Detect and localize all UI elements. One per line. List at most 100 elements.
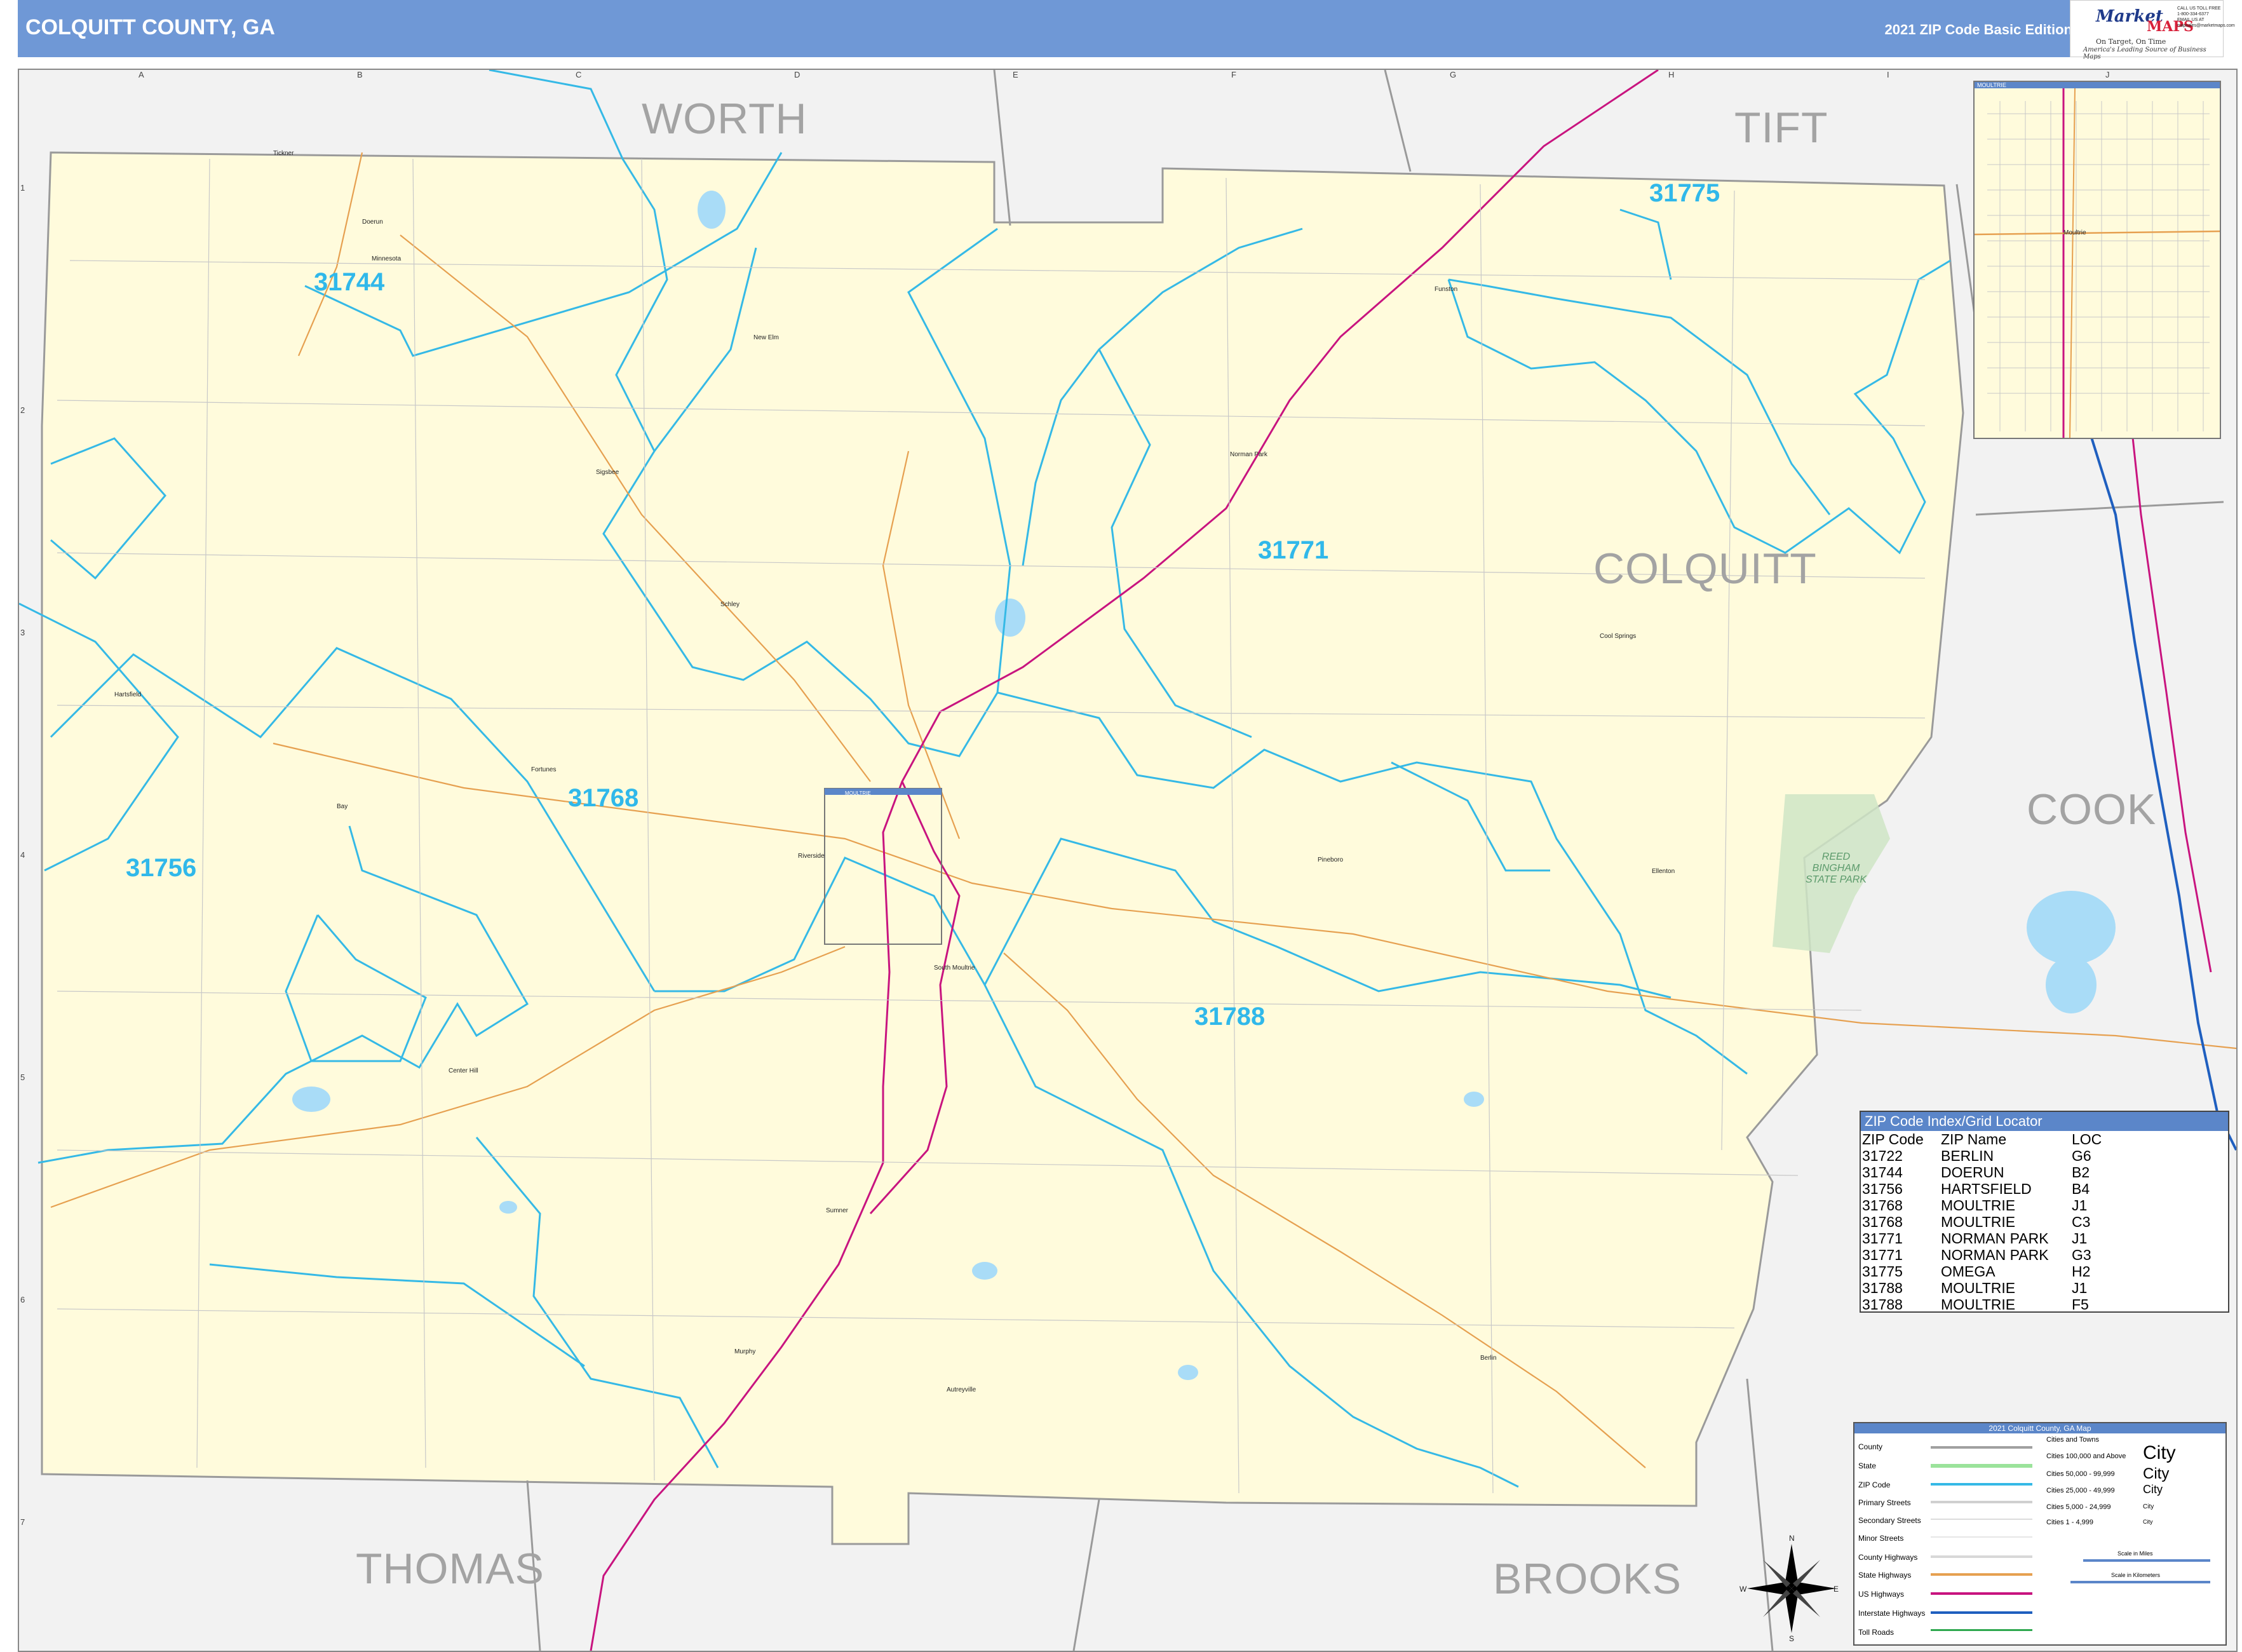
table-row[interactable]: 31768 MOULTRIE J1 xyxy=(1862,1197,2105,1214)
zip-cell: 31788 xyxy=(1862,1280,1903,1296)
pond-shape xyxy=(972,1262,997,1280)
legend-city-class: Cities 25,000 - 49,999 xyxy=(2046,1487,2115,1494)
county-label-cook: COOK xyxy=(2027,785,2157,834)
table-row[interactable]: 31788 MOULTRIE J1 xyxy=(1862,1280,2105,1296)
county-area xyxy=(41,151,1964,1545)
lake-shape xyxy=(2046,956,2097,1013)
town-label[interactable]: Murphy xyxy=(734,1348,755,1355)
zip-label-31756[interactable]: 31756 xyxy=(126,854,196,883)
zip-index-table: ZIP Code ZIP Name LOC 31722 BERLIN G6 3174… xyxy=(1862,1131,2105,1313)
scale-miles-label: Scale in Miles xyxy=(2117,1550,2153,1557)
town-label[interactable]: South Moultrie xyxy=(934,965,975,972)
town-label[interactable]: Pineboro xyxy=(1318,856,1343,863)
loc-cell: B4 xyxy=(2072,1181,2090,1197)
town-label[interactable]: Schley xyxy=(720,601,739,608)
town-label[interactable]: Riverside xyxy=(798,853,825,860)
town-label[interactable]: Sigsbee xyxy=(596,469,619,476)
loc-cell: J1 xyxy=(2072,1197,2088,1214)
map-canvas xyxy=(19,70,2236,1651)
zip-label-31771[interactable]: 31771 xyxy=(1258,536,1328,565)
table-row[interactable]: 31756 HARTSFIELD B4 xyxy=(1862,1181,2105,1197)
name-cell: MOULTRIE xyxy=(1941,1214,2016,1230)
legend-item: County Highways xyxy=(1858,1553,1918,1562)
table-row[interactable]: 31744 DOERUN B2 xyxy=(1862,1164,2105,1181)
grid-letter: I xyxy=(1887,70,1889,79)
moultrie-inset-tag: MOULTRIE xyxy=(845,790,871,796)
county-label-colquitt: COLQUITT xyxy=(1593,545,1817,593)
town-label[interactable]: Hartsfield xyxy=(114,691,141,698)
table-row[interactable]: 31722 BERLIN G6 xyxy=(1862,1148,2105,1164)
town-label[interactable]: Doerun xyxy=(362,219,383,226)
pond-shape xyxy=(1464,1092,1484,1107)
loc-cell: J1 xyxy=(2072,1280,2088,1296)
zip-cell: 31771 xyxy=(1862,1247,1903,1263)
title-bar: COLQUITT COUNTY, GA 2021 ZIP Code Basic … xyxy=(18,0,2218,57)
zip-label-31775[interactable]: 31775 xyxy=(1649,179,1720,208)
town-label[interactable]: Sumner xyxy=(826,1207,848,1214)
moultrie-inset-map[interactable]: MOULTRIE Moultrie xyxy=(1973,81,2221,439)
zip-label-31744[interactable]: 31744 xyxy=(314,268,384,297)
name-cell: OMEGA xyxy=(1941,1263,1996,1280)
table-row[interactable]: 31775 OMEGA H2 xyxy=(1862,1263,2105,1280)
town-label[interactable]: Ellenton xyxy=(1652,868,1675,875)
town-label[interactable]: Norman Park xyxy=(1230,451,1267,458)
grid-letter: A xyxy=(138,70,144,79)
name-cell: MOULTRIE xyxy=(1941,1197,2016,1214)
loc-cell: H2 xyxy=(2072,1263,2091,1280)
name-cell: HARTSFIELD xyxy=(1941,1181,2032,1197)
zip-label-31788[interactable]: 31788 xyxy=(1194,1003,1265,1031)
inset-header: MOULTRIE xyxy=(1975,82,2220,88)
moultrie-inset-header xyxy=(825,789,942,795)
name-cell: NORMAN PARK xyxy=(1941,1230,2049,1247)
name-cell: DOERUN xyxy=(1941,1164,2004,1181)
town-label[interactable]: Center Hill xyxy=(449,1067,478,1074)
town-label[interactable]: Funston xyxy=(1435,286,1457,293)
grid-letter: B xyxy=(357,70,363,79)
grid-letter: G xyxy=(1450,70,1457,79)
town-label[interactable]: Tickner xyxy=(273,150,294,157)
map-frame[interactable]: A B C D E F G H I J 1 2 3 4 5 6 7 WORTH … xyxy=(18,69,2238,1652)
logo-tagline: America's Leading Source of Business Map… xyxy=(2083,46,2206,60)
grid-letter: E xyxy=(1013,70,1018,79)
town-label[interactable]: Fortunes xyxy=(531,766,556,773)
legend-cities-header: Cities and Towns xyxy=(2046,1436,2099,1444)
town-label[interactable]: Bay xyxy=(337,803,348,810)
market-maps-logo[interactable]: Market MAPS On Target, On Time America's… xyxy=(2070,0,2235,60)
zip-index-title: ZIP Code Index/Grid Locator xyxy=(1861,1112,2228,1131)
name-cell: NORMAN PARK xyxy=(1941,1247,2049,1263)
legend-item: Secondary Streets xyxy=(1858,1516,1921,1525)
legend-city-sample-2: City xyxy=(2143,1465,2170,1482)
legend-toll-swatch xyxy=(1931,1629,2032,1631)
legend-state-hwy-swatch xyxy=(1931,1573,2032,1576)
town-label[interactable]: New Elm xyxy=(753,334,779,341)
pond-shape xyxy=(292,1087,330,1112)
grid-letter: C xyxy=(576,70,582,79)
table-row[interactable]: 31771 NORMAN PARK G3 xyxy=(1862,1247,2105,1263)
compass-n: N xyxy=(1789,1534,1795,1543)
table-row[interactable]: 31768 MOULTRIE C3 xyxy=(1862,1214,2105,1230)
legend-city-class: Cities 100,000 and Above xyxy=(2046,1452,2126,1460)
pond-shape xyxy=(1178,1365,1198,1380)
legend-item: Interstate Highways xyxy=(1858,1609,1926,1618)
town-label[interactable]: Berlin xyxy=(1480,1355,1497,1362)
park-label[interactable]: REED BINGHAM STATE PARK xyxy=(1798,851,1874,886)
county-label-worth: WORTH xyxy=(642,95,807,143)
grid-letter: H xyxy=(1668,70,1675,79)
table-row[interactable]: 31788 MOULTRIE F5 xyxy=(1862,1296,2105,1313)
legend-item: Primary Streets xyxy=(1858,1498,1911,1507)
grid-number: 1 xyxy=(20,183,25,193)
zip-label-31768[interactable]: 31768 xyxy=(568,784,638,813)
loc-cell: B2 xyxy=(2072,1164,2090,1181)
grid-number: 2 xyxy=(20,405,25,415)
logo-slogan: On Target, On Time xyxy=(2096,37,2166,46)
grid-number: 4 xyxy=(20,850,25,860)
town-label[interactable]: Autreyville xyxy=(947,1386,976,1393)
name-cell: MOULTRIE xyxy=(1941,1280,2016,1296)
table-row[interactable]: 31771 NORMAN PARK J1 xyxy=(1862,1230,2105,1247)
legend-interstate-swatch xyxy=(1931,1611,2032,1614)
inset-city-label[interactable]: Moultrie xyxy=(2063,229,2086,236)
zip-cell: 31771 xyxy=(1862,1230,1903,1247)
town-label[interactable]: Minnesota xyxy=(372,255,401,262)
legend-city-sample-3: City xyxy=(2143,1483,2163,1496)
town-label[interactable]: Cool Springs xyxy=(1600,633,1636,640)
